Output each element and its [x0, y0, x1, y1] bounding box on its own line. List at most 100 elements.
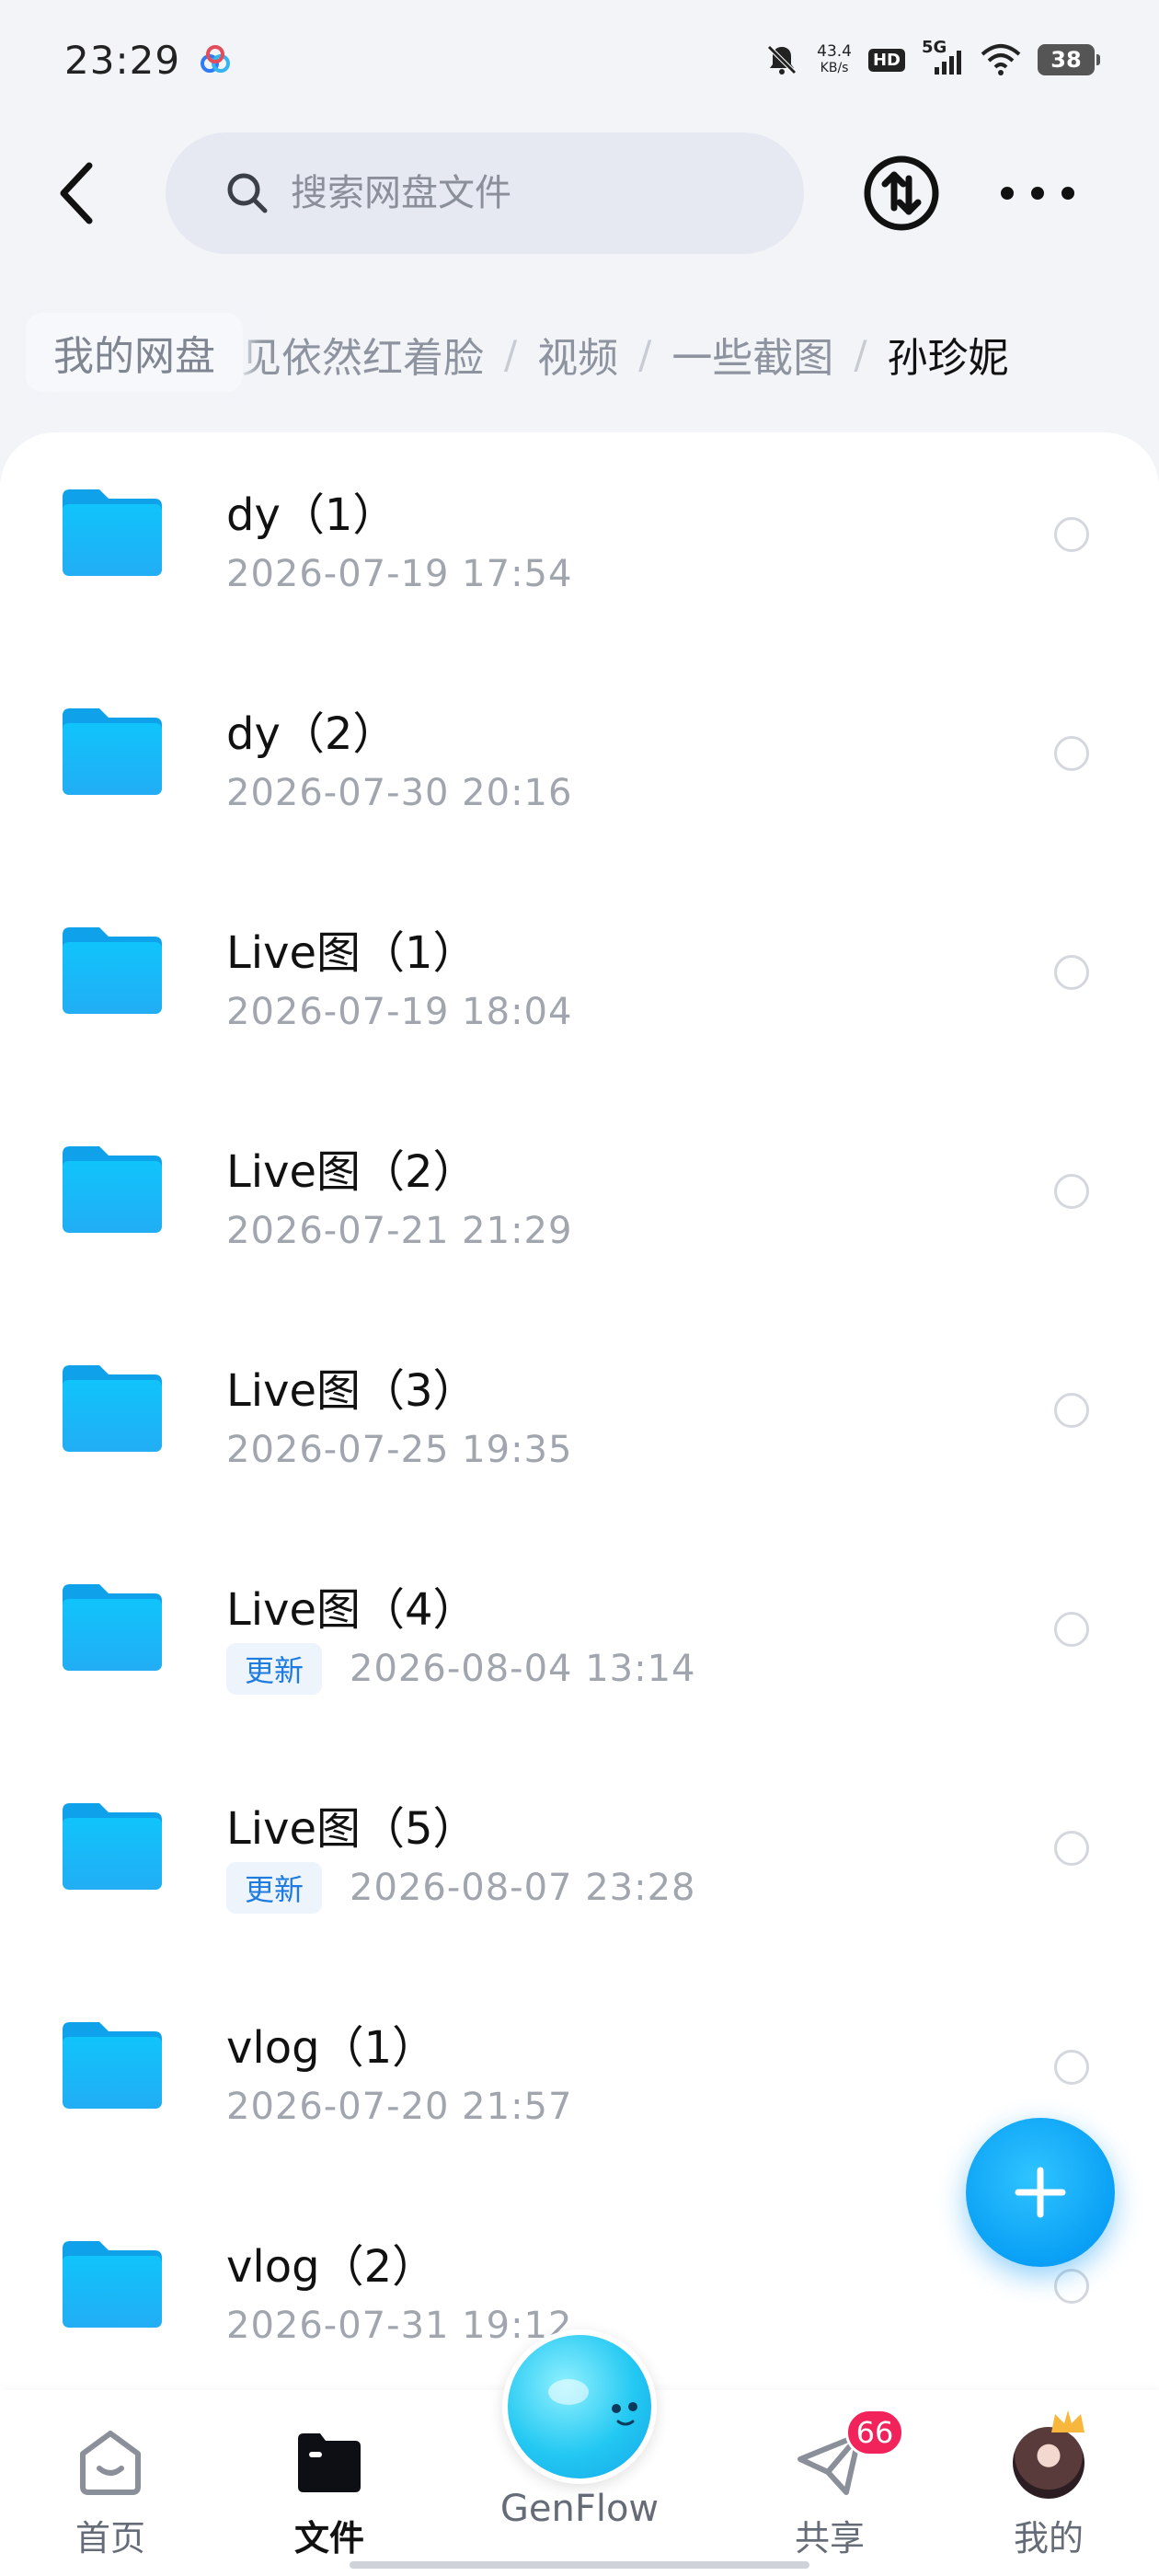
nav-genflow-label: GenFlow	[499, 2488, 660, 2530]
breadcrumb-home[interactable]: 我的网盘	[26, 313, 243, 392]
select-checkbox[interactable]	[1054, 517, 1089, 552]
update-badge: 更新	[226, 1862, 323, 1914]
file-name: Live图（5）	[226, 1803, 477, 1855]
file-date: 2026-07-19 18:04	[226, 991, 573, 1033]
wifi-icon	[981, 44, 1021, 75]
nav-share[interactable]: 66 共享	[747, 2409, 912, 2560]
folder-icon	[63, 2241, 162, 2328]
folder-icon	[63, 1584, 162, 1671]
folder-icon	[63, 489, 162, 576]
file-date: 2026-08-04 13:14	[350, 1648, 696, 1690]
nav-home-label: 首页	[75, 2518, 145, 2559]
list-item[interactable]: Live图（2） 2026-07-21 21:29	[0, 1089, 1159, 1308]
home-indicator[interactable]	[350, 2561, 809, 2569]
crown-icon	[1051, 2410, 1084, 2432]
file-date: 2026-07-30 20:16	[226, 772, 573, 814]
plus-icon	[1015, 2167, 1066, 2218]
select-checkbox[interactable]	[1054, 955, 1089, 990]
battery-icon: 38	[1038, 44, 1100, 75]
folder-icon	[63, 927, 162, 1014]
signal-icon: 5G	[922, 38, 964, 78]
file-list: dy（1） 2026-07-19 17:54 dy（2） 2026-07-30 …	[0, 432, 1159, 2576]
list-item[interactable]: Live图（1） 2026-07-19 18:04	[0, 870, 1159, 1089]
file-meta: 2026-07-20 21:57	[226, 2081, 572, 2133]
breadcrumb-item[interactable]: 见依然红着脸	[241, 325, 484, 384]
genflow-orb-icon	[502, 2329, 657, 2484]
folder-icon	[63, 1803, 162, 1890]
file-date: 2026-07-25 19:35	[226, 1429, 573, 1471]
breadcrumb-trail: 见依然红着脸 / 视频 / 一些截图 / 孙珍妮	[241, 304, 1008, 405]
file-meta: 2026-07-30 20:16	[226, 767, 572, 819]
file-date: 2026-08-07 23:28	[350, 1867, 696, 1909]
file-name: Live图（3）	[226, 1365, 477, 1417]
list-item[interactable]: Live图（4） 更新 2026-08-04 13:14	[0, 1527, 1159, 1746]
select-checkbox[interactable]	[1054, 1831, 1089, 1866]
select-checkbox[interactable]	[1054, 2050, 1089, 2085]
file-name: Live图（4）	[226, 1584, 477, 1636]
file-meta: 更新 2026-08-07 23:28	[226, 1862, 695, 1914]
transfer-icon	[864, 155, 939, 231]
folder-icon	[63, 2022, 162, 2109]
avatar	[1013, 2410, 1084, 2499]
file-name: Live图（1）	[226, 927, 477, 979]
select-checkbox[interactable]	[1054, 1393, 1089, 1428]
nav-home[interactable]: 首页	[28, 2423, 193, 2560]
folder-icon	[298, 2433, 361, 2492]
nav-profile-label: 我的	[1013, 2518, 1084, 2559]
file-name: vlog（2）	[226, 2241, 437, 2293]
more-button[interactable]	[1001, 175, 1074, 212]
more-icon-dot	[1031, 187, 1044, 200]
file-name: dy（2）	[226, 708, 397, 760]
list-item[interactable]: Live图（3） 2026-07-25 19:35	[0, 1308, 1159, 1527]
select-checkbox[interactable]	[1054, 1612, 1089, 1647]
breadcrumb-separator: /	[854, 331, 867, 377]
bell-mute-icon	[767, 45, 797, 75]
breadcrumb-item[interactable]: 视频	[537, 325, 618, 384]
nav-genflow[interactable]: GenFlow	[497, 2329, 662, 2530]
add-button[interactable]	[966, 2118, 1115, 2267]
select-checkbox[interactable]	[1054, 1174, 1089, 1209]
file-date: 2026-07-21 21:29	[226, 1210, 573, 1252]
search-input[interactable]	[291, 172, 732, 214]
transfer-button[interactable]	[863, 155, 940, 232]
list-item[interactable]: dy（2） 2026-07-30 20:16	[0, 651, 1159, 870]
list-item[interactable]: Live图（5） 更新 2026-08-07 23:28	[0, 1746, 1159, 1965]
more-icon-dot	[1001, 187, 1014, 200]
back-button[interactable]	[44, 156, 109, 230]
battery-level: 38	[1050, 47, 1082, 73]
bottom-nav: 首页 文件 GenFlow 66 共享 我的	[0, 2329, 1159, 2576]
status-bar: 23:29 43.4 KB/s HD 5G 38	[0, 0, 1159, 120]
nav-profile[interactable]: 我的	[966, 2410, 1131, 2560]
breadcrumb-separator: /	[504, 331, 518, 377]
file-name: Live图（2）	[226, 1146, 477, 1198]
folder-icon	[63, 1146, 162, 1233]
net-speed-unit: KB/s	[820, 61, 849, 75]
file-meta: 2026-07-19 18:04	[226, 986, 572, 1038]
select-checkbox[interactable]	[1054, 736, 1089, 771]
file-meta: 2026-07-19 17:54	[226, 548, 572, 600]
folder-icon	[63, 1365, 162, 1452]
nav-share-label: 共享	[794, 2518, 865, 2559]
net-speed: 43.4 KB/s	[817, 43, 852, 76]
net-speed-value: 43.4	[817, 42, 852, 61]
back-arrow-icon	[60, 162, 93, 224]
list-item[interactable]: dy（1） 2026-07-19 17:54	[0, 432, 1159, 651]
update-badge: 更新	[226, 1643, 323, 1695]
file-meta: 2026-07-25 19:35	[226, 1424, 572, 1476]
select-checkbox[interactable]	[1054, 2269, 1089, 2304]
nav-files[interactable]: 文件	[247, 2423, 412, 2560]
baidu-cloud-icon	[201, 45, 231, 73]
folder-icon	[63, 708, 162, 795]
file-date: 2026-07-20 21:57	[226, 2086, 573, 2128]
breadcrumb-item[interactable]: 一些截图	[671, 325, 833, 384]
breadcrumb: 见依然红着脸 / 视频 / 一些截图 / 孙珍妮 我的网盘	[0, 304, 1159, 405]
file-date: 2026-07-19 17:54	[226, 553, 573, 595]
file-meta: 2026-07-21 21:29	[226, 1205, 572, 1257]
share-count-badge: 66	[845, 2409, 904, 2456]
file-name: vlog（1）	[226, 2022, 437, 2074]
search-box[interactable]	[166, 132, 804, 254]
hd-icon: HD	[867, 48, 905, 72]
nav-files-label: 文件	[293, 2518, 364, 2559]
search-icon	[227, 173, 268, 213]
file-name: dy（1）	[226, 489, 397, 541]
